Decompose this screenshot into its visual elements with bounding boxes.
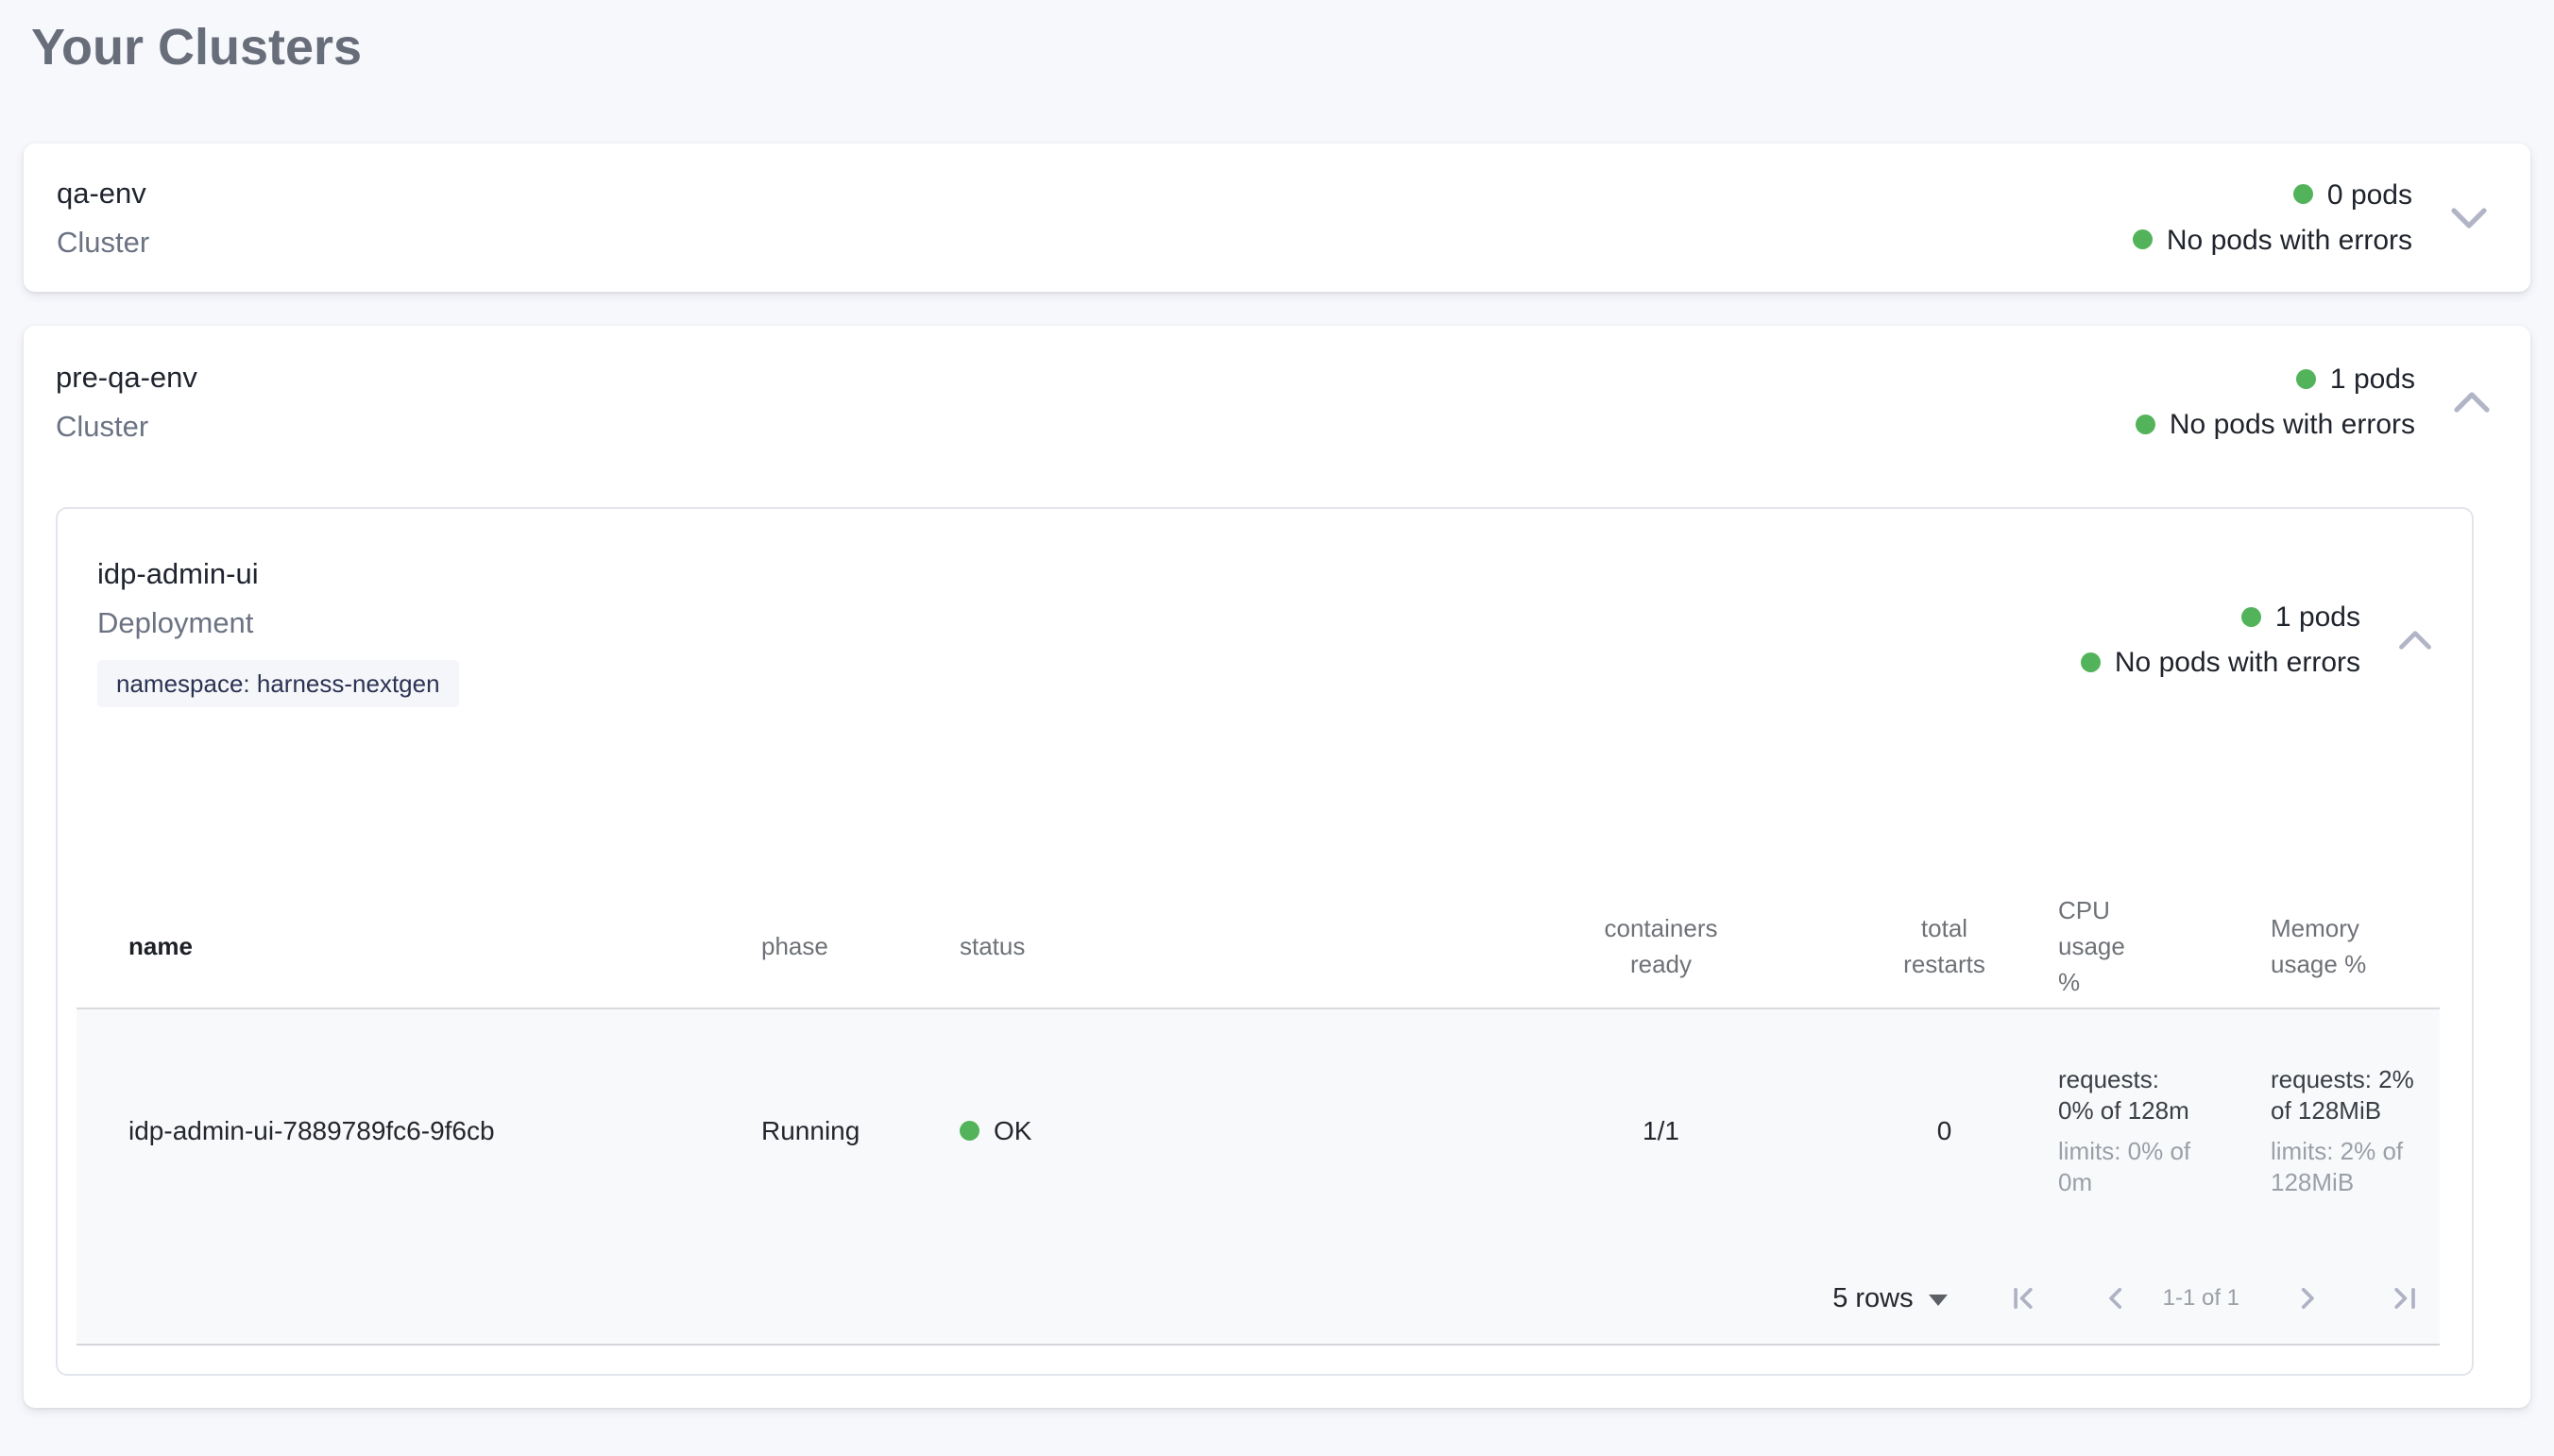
chevron-up-icon [2451, 388, 2493, 416]
status-ok-dot [2136, 415, 2155, 434]
pods-count-line: 1 pods [2136, 362, 2415, 398]
previous-page-button[interactable] [2089, 1282, 2142, 1314]
chevron-right-icon [2291, 1282, 2324, 1314]
cluster-card-header[interactable]: pre-qa-env Cluster 1 pods No pods with e… [56, 360, 2493, 445]
pods-errors-label: No pods with errors [2170, 409, 2415, 440]
caret-down-icon [1929, 1295, 1948, 1306]
status-label: OK [994, 1116, 1031, 1145]
pods-count-label: 1 pods [2275, 601, 2360, 633]
collapse-workload-button[interactable] [2396, 627, 2434, 653]
cell-memory-usage: requests: 2% of 128MiB limits: 2% of 128… [2254, 1064, 2440, 1198]
cluster-card-pre-qa-env: pre-qa-env Cluster 1 pods No pods with e… [24, 326, 2530, 1408]
cluster-kind-label: Cluster [56, 409, 2136, 445]
last-page-button[interactable] [2375, 1282, 2428, 1314]
cluster-name: pre-qa-env [56, 360, 2136, 396]
pods-count-line: 1 pods [2081, 600, 2360, 635]
cluster-kind-label: Cluster [57, 225, 2133, 261]
cell-pod-name: idp-admin-ui-7889789fc6-9f6cb [77, 1113, 724, 1149]
chevron-down-icon [2448, 204, 2490, 232]
column-header-cpu-usage: CPU usage % [2041, 892, 2254, 1000]
table-row: idp-admin-ui-7889789fc6-9f6cb Running OK… [77, 1009, 2440, 1253]
status-ok-dot [2296, 369, 2316, 389]
pods-count-line: 0 pods [2133, 178, 2412, 213]
workload-title-block: idp-admin-ui Deployment namespace: harne… [97, 556, 2081, 707]
cpu-limits: limits: 0% of 0m [2058, 1136, 2192, 1198]
cell-cpu-usage: requests: 0% of 128m limits: 0% of 0m [2041, 1064, 2254, 1198]
last-page-bar [2410, 1282, 2416, 1314]
cpu-requests: requests: 0% of 128m [2058, 1064, 2192, 1126]
status-ok-dot [2081, 652, 2101, 672]
column-header-containers-ready: containers ready [1474, 910, 1847, 982]
table-header-row: name phase status containers ready total… [77, 885, 2440, 1009]
chevron-left-icon [2100, 1282, 2132, 1314]
expand-cluster-button[interactable] [2448, 204, 2490, 232]
pods-errors-label: No pods with errors [2115, 647, 2360, 678]
status-ok-dot [960, 1121, 979, 1141]
status-ok-dot [2293, 184, 2313, 204]
column-header-total-restarts: total restarts [1847, 910, 2041, 982]
chevron-up-icon [2396, 627, 2434, 653]
cluster-card-header[interactable]: qa-env Cluster 0 pods No pods with error… [57, 176, 2490, 261]
first-page-button[interactable] [1997, 1282, 2050, 1314]
pods-errors-line: No pods with errors [2133, 223, 2412, 259]
workload-name: idp-admin-ui [97, 556, 2081, 592]
rows-per-page-value: 5 rows [1832, 1283, 1913, 1314]
column-header-name: name [77, 928, 724, 964]
cluster-name: qa-env [57, 176, 2133, 212]
pods-errors-label: No pods with errors [2167, 225, 2412, 256]
collapse-cluster-button[interactable] [2451, 388, 2493, 416]
column-header-memory-usage: Memory usage % [2254, 910, 2440, 982]
pods-errors-line: No pods with errors [2081, 645, 2360, 681]
pods-table: name phase status containers ready total… [77, 885, 2440, 1346]
status-ok-dot [2241, 607, 2261, 627]
clusters-page: Your Clusters qa-env Cluster 0 pods No p… [0, 19, 2554, 1456]
column-header-status: status [927, 928, 1474, 964]
page-title: Your Clusters [31, 19, 2530, 76]
workload-kind-label: Deployment [97, 605, 2081, 641]
rows-per-page-select[interactable]: 5 rows [1832, 1283, 1947, 1314]
workload-card-header[interactable]: idp-admin-ui Deployment namespace: harne… [58, 556, 2472, 707]
cluster-title-block: qa-env Cluster [57, 176, 2133, 261]
pods-count-label: 1 pods [2330, 364, 2415, 395]
cluster-card-qa-env: qa-env Cluster 0 pods No pods with error… [24, 144, 2530, 292]
namespace-chip: namespace: harness-nextgen [97, 660, 459, 707]
workload-status-block: 1 pods No pods with errors [2081, 600, 2434, 681]
cluster-pods-summary: 0 pods No pods with errors [2133, 178, 2412, 259]
table-pagination: 5 rows 1-1 of 1 [77, 1253, 2440, 1344]
pods-count-label: 0 pods [2327, 179, 2412, 211]
workload-pods-summary: 1 pods No pods with errors [2081, 600, 2360, 681]
workload-card: idp-admin-ui Deployment namespace: harne… [56, 507, 2474, 1376]
cell-containers-ready: 1/1 [1474, 1113, 1847, 1149]
pagination-range-label: 1-1 of 1 [2163, 1285, 2239, 1312]
cluster-title-block: pre-qa-env Cluster [56, 360, 2136, 445]
cell-total-restarts: 0 [1847, 1113, 2041, 1149]
column-header-phase: phase [724, 928, 927, 964]
first-page-icon [2007, 1282, 2039, 1314]
status-ok-dot [2133, 229, 2153, 249]
cell-status: OK [927, 1113, 1474, 1149]
cluster-pods-summary: 1 pods No pods with errors [2136, 362, 2415, 443]
memory-requests: requests: 2% of 128MiB [2271, 1064, 2422, 1126]
cell-phase: Running [724, 1113, 927, 1149]
memory-limits: limits: 2% of 128MiB [2271, 1136, 2422, 1198]
next-page-button[interactable] [2281, 1282, 2334, 1314]
table-body: idp-admin-ui-7889789fc6-9f6cb Running OK… [77, 1009, 2440, 1346]
pods-errors-line: No pods with errors [2136, 407, 2415, 443]
